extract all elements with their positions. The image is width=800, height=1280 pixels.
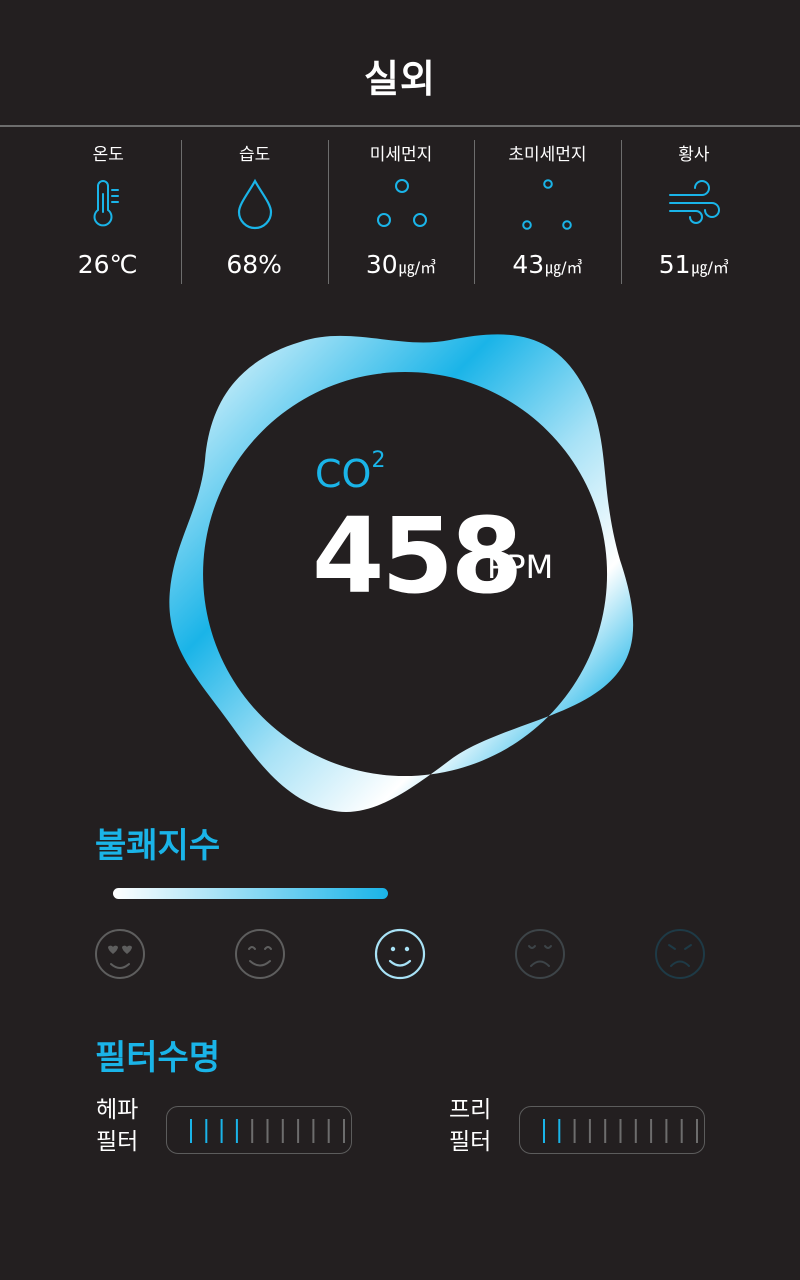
- comfort-face-row: [94, 928, 706, 980]
- smile-face-icon[interactable]: [374, 928, 426, 980]
- filter-label-hepa: 헤파 필터: [96, 1097, 139, 1155]
- metric-fine-dust: 미세먼지 30㎍/㎥: [327, 128, 474, 288]
- metric-temperature: 온도 26℃: [35, 128, 181, 288]
- metric-ultrafine-dust: 초미세먼지 43㎍/㎥: [474, 128, 620, 288]
- filter-label-pre: 프리 필터: [449, 1097, 492, 1155]
- metric-label: 습도: [238, 145, 271, 165]
- metrics-row: 온도 26℃ 습도 68% 미세먼지 30㎍/㎥ 초미세먼지 43㎍/㎥ 황사 …: [35, 128, 767, 288]
- pre-filter-gauge: [519, 1106, 705, 1154]
- happy-face-icon[interactable]: [234, 928, 286, 980]
- metric-value: 51㎍/㎥: [658, 250, 729, 279]
- metric-humidity: 습도 68%: [181, 128, 327, 288]
- angry-face-icon[interactable]: [654, 928, 706, 980]
- metric-yellow-dust: 황사 51㎍/㎥: [620, 128, 767, 288]
- metric-label: 초미세먼지: [508, 145, 587, 165]
- hepa-filter-segments: [190, 1119, 345, 1143]
- metric-label: 온도: [92, 145, 124, 165]
- filter-title: 필터수명: [95, 1038, 221, 1078]
- wind-icon: [668, 180, 720, 224]
- co2-unit: PPM: [487, 548, 554, 586]
- ultrafine-dust-icon: [522, 179, 573, 230]
- hepa-filter-gauge: [166, 1106, 352, 1154]
- metric-label: 황사: [678, 145, 710, 165]
- comfort-level-bar: [113, 888, 388, 899]
- heart-eyes-face-icon[interactable]: [94, 928, 146, 980]
- pre-filter-segments: [543, 1119, 698, 1143]
- header-divider: [0, 125, 800, 127]
- metric-label: 미세먼지: [369, 145, 433, 165]
- page-title: 실외: [364, 57, 436, 101]
- fine-dust-icon: [377, 179, 428, 227]
- water-drop-icon: [237, 178, 272, 230]
- metric-value: 30㎍/㎥: [365, 250, 437, 279]
- thermometer-icon: [93, 180, 120, 227]
- co2-label: CO2: [315, 448, 386, 496]
- metric-value: 68%: [226, 250, 282, 279]
- metric-value: 43㎍/㎥: [512, 250, 583, 279]
- sad-face-icon[interactable]: [514, 928, 566, 980]
- metric-value: 26℃: [77, 250, 138, 279]
- comfort-title: 불쾌지수: [95, 826, 221, 866]
